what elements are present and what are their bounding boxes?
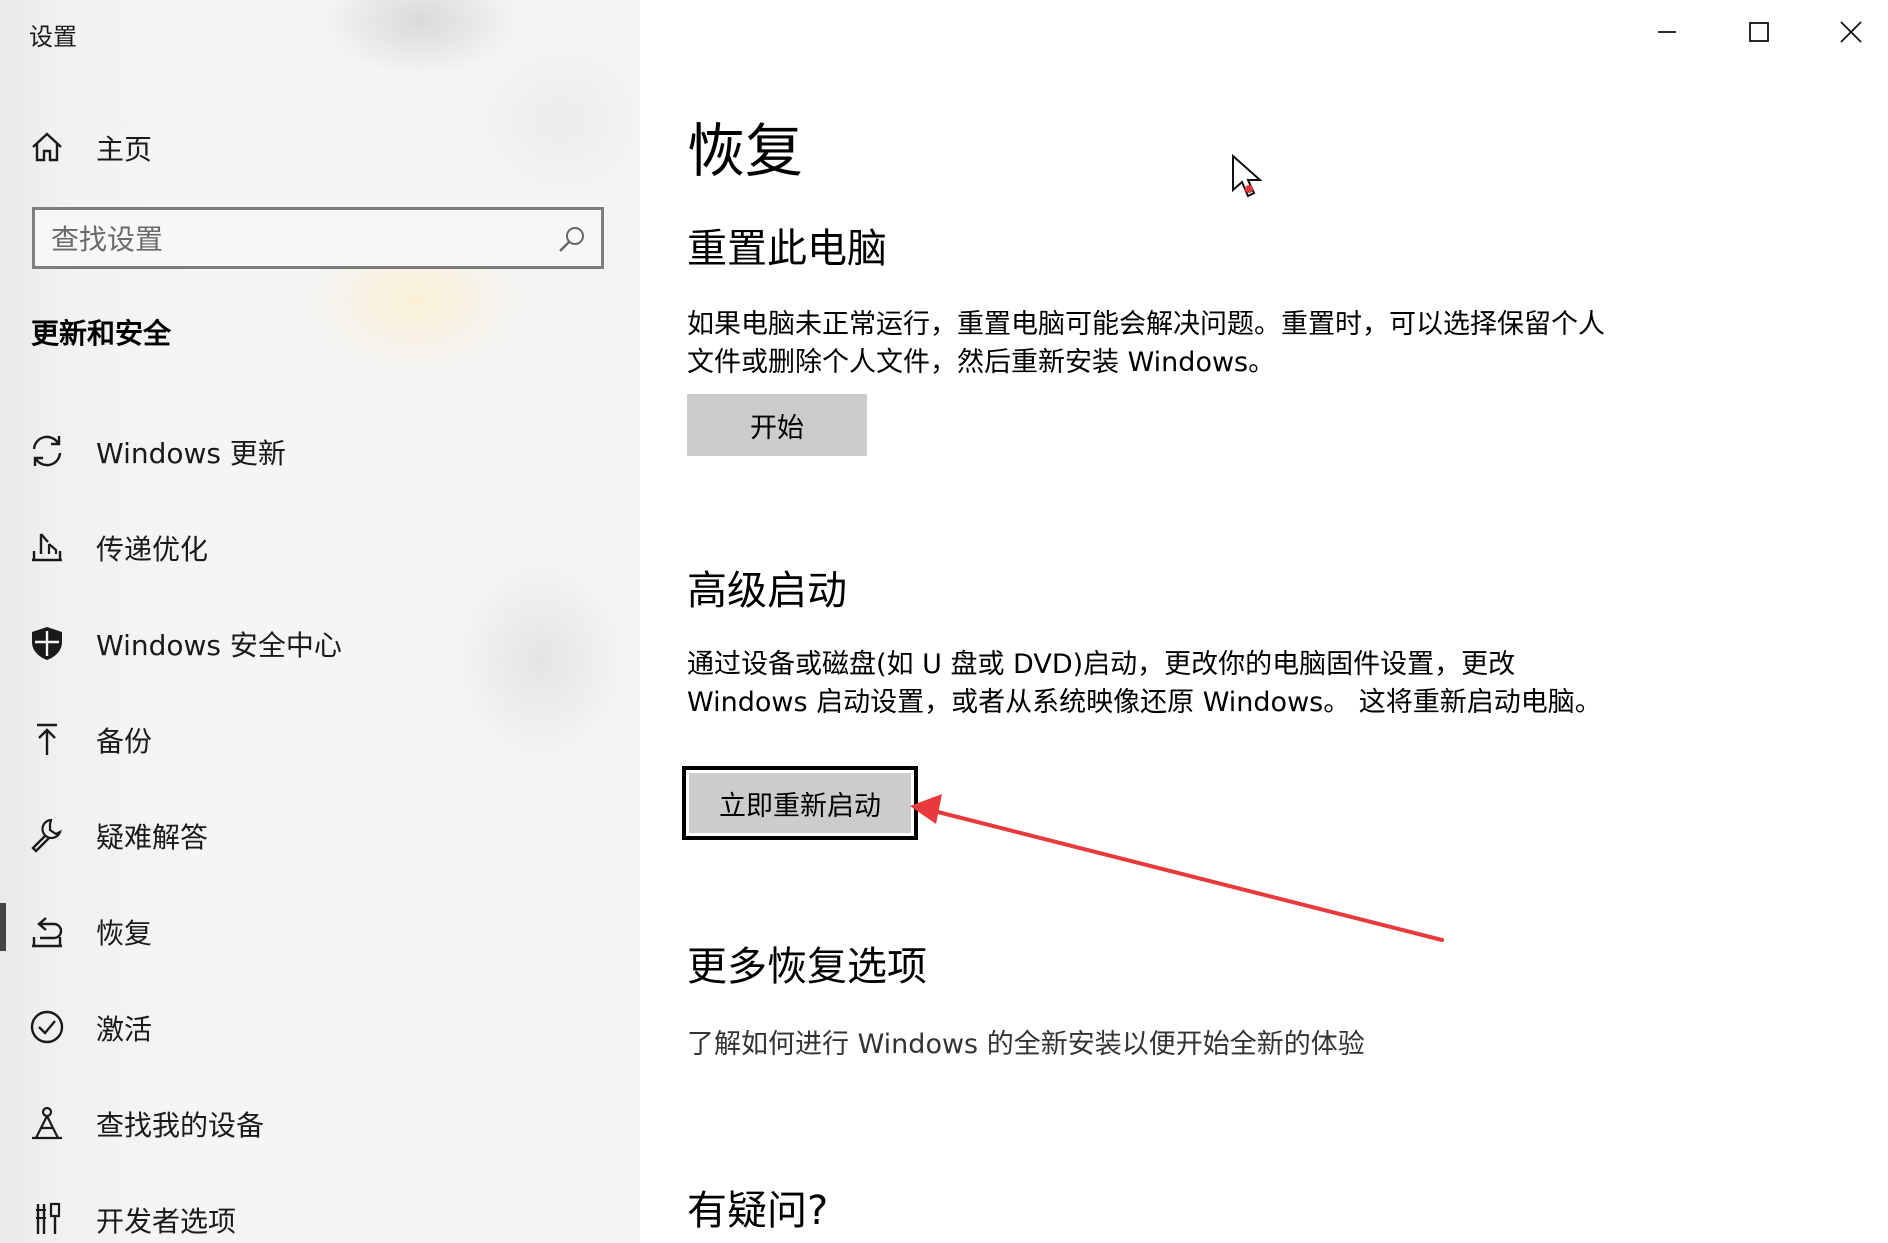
page-title: 恢复 <box>687 117 804 185</box>
delivery-optimization-icon <box>32 533 62 562</box>
sidebar-item-label: Windows 更新 <box>96 437 286 470</box>
reset-pc-heading: 重置此电脑 <box>687 226 887 272</box>
search-icon[interactable] <box>557 224 587 254</box>
sidebar-item-delivery-optimization[interactable]: 传递优化 <box>0 514 640 578</box>
maximize-icon[interactable] <box>1728 10 1790 54</box>
search-input[interactable] <box>49 210 553 268</box>
fresh-install-link[interactable]: 了解如何进行 Windows 的全新安装以便开始全新的体验 <box>687 1022 1365 1061</box>
search-box[interactable] <box>32 207 604 269</box>
minimize-icon[interactable] <box>1636 10 1698 54</box>
sidebar-item-label: 开发者选项 <box>96 1205 237 1238</box>
sidebar-item-home[interactable]: 主页 <box>0 114 640 178</box>
sidebar-item-label: 恢复 <box>96 917 153 950</box>
sidebar-item-label: 主页 <box>96 133 153 166</box>
shield-icon <box>32 627 62 660</box>
sidebar-item-label: 疑难解答 <box>96 821 209 854</box>
more-recovery-options-heading: 更多恢复选项 <box>687 944 927 990</box>
sidebar-item-activation[interactable]: 激活 <box>0 994 640 1058</box>
section-heading: 更新和安全 <box>31 317 172 350</box>
sidebar-item-windows-security[interactable]: Windows 安全中心 <box>0 610 640 674</box>
check-circle-icon <box>30 1010 64 1044</box>
questions-heading: 有疑问? <box>687 1188 829 1234</box>
advanced-startup-heading: 高级启动 <box>687 568 847 614</box>
sidebar-item-label: Windows 安全中心 <box>96 629 342 662</box>
recovery-icon <box>32 917 63 948</box>
home-icon <box>32 132 62 162</box>
sidebar-item-label: 查找我的设备 <box>96 1109 265 1142</box>
advanced-startup-description: 通过设备或磁盘(如 U 盘或 DVD)启动，更改你的电脑固件设置，更改 Wind… <box>687 649 1602 718</box>
sidebar-item-developer-options[interactable]: 开发者选项 <box>0 1186 640 1243</box>
sidebar-item-recovery[interactable]: 恢复 <box>0 898 640 962</box>
developer-tools-icon <box>36 1202 61 1234</box>
sync-icon <box>32 435 62 467</box>
close-icon[interactable] <box>1820 10 1882 54</box>
sidebar-item-label: 传递优化 <box>96 533 209 566</box>
restart-now-button[interactable]: 立即重新启动 <box>682 766 918 840</box>
sidebar-item-backup[interactable]: 备份 <box>0 706 640 770</box>
mouse-cursor-icon <box>1232 154 1263 198</box>
settings-window: 设置 主页 更新和安全 Windows 更新 <box>0 0 1888 1243</box>
find-device-icon <box>32 1106 62 1140</box>
window-title: 设置 <box>29 23 77 51</box>
sidebar-item-find-my-device[interactable]: 查找我的设备 <box>0 1090 640 1154</box>
reset-pc-description: 如果电脑未正常运行，重置电脑可能会解决问题。重置时，可以选择保留个人文件或删除个… <box>687 309 1605 378</box>
sidebar: 设置 主页 更新和安全 Windows 更新 <box>0 0 640 1243</box>
sidebar-item-label: 备份 <box>96 725 153 758</box>
sidebar-item-label: 激活 <box>96 1013 153 1046</box>
sidebar-item-troubleshoot[interactable]: 疑难解答 <box>0 802 640 866</box>
wrench-icon <box>31 818 62 853</box>
upload-arrow-icon <box>37 723 57 755</box>
get-started-button[interactable]: 开始 <box>687 394 867 456</box>
sidebar-item-windows-update[interactable]: Windows 更新 <box>0 418 640 482</box>
